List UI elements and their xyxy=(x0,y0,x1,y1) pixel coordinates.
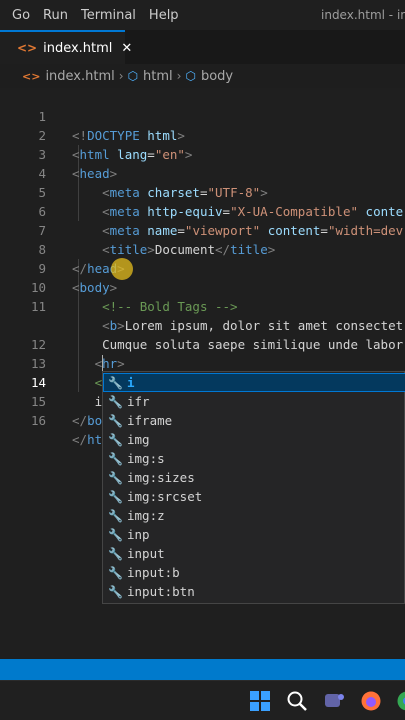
html-file-icon: <> xyxy=(17,41,38,55)
tab-index-html[interactable]: <> index.html ✕ xyxy=(0,30,132,64)
menu-bar: Go Run Terminal Help index.html - ind xyxy=(0,0,405,30)
firefox-icon[interactable] xyxy=(360,690,382,712)
chrome-icon[interactable] xyxy=(396,690,405,712)
tab-bar: <> index.html ✕ xyxy=(0,30,405,64)
code-line: 6 <meta name="viewport" content="width=d… xyxy=(0,183,405,238)
breadcrumb-body[interactable]: body xyxy=(201,69,233,84)
wrench-icon: 🔧 xyxy=(108,413,123,428)
code-line: 2 <html lang="en"> xyxy=(0,107,405,162)
suggestion-item[interactable]: 🔧 img xyxy=(103,430,405,449)
code-line: 8 </head> xyxy=(0,221,405,276)
mouse-cursor-highlight xyxy=(111,258,133,280)
text-cursor xyxy=(102,355,103,372)
menu-terminal[interactable]: Terminal xyxy=(81,8,136,23)
code-line: 10 <!-- Bold Tags --> xyxy=(0,259,405,314)
breadcrumb-file[interactable]: index.html xyxy=(45,69,114,84)
chevron-right-icon: › xyxy=(118,69,124,83)
suggestion-item[interactable]: 🔧 inp xyxy=(103,525,405,544)
suggestion-item[interactable]: 🔧 i xyxy=(103,373,405,392)
breadcrumb: <> index.html › ⬡ html › ⬡ body xyxy=(0,64,405,88)
wrench-icon: 🔧 xyxy=(108,451,123,466)
code-line: 3 <head> xyxy=(0,126,405,181)
teams-chat-icon[interactable] xyxy=(323,690,345,712)
menu-run[interactable]: Run xyxy=(43,8,68,23)
menu-go[interactable]: Go xyxy=(12,8,30,23)
suggestion-item[interactable]: 🔧 input:b xyxy=(103,563,405,582)
code-line: 4 <meta charset="UTF-8"> xyxy=(0,145,405,200)
code-line: 9 <body> xyxy=(0,240,405,295)
wrench-icon: 🔧 xyxy=(108,375,123,390)
suggestion-item[interactable]: 🔧 input:btn xyxy=(103,582,405,601)
windows-start-icon[interactable] xyxy=(249,690,271,712)
autocomplete-suggestions[interactable]: 🔧 i 🔧 ifr 🔧 iframe 🔧 img 🔧 img:s 🔧 img:s… xyxy=(102,371,405,604)
wrench-icon: 🔧 xyxy=(108,527,123,542)
code-text: </bo xyxy=(72,413,103,428)
code-line: 13 <!-- Italic Tags --> xyxy=(0,335,405,390)
wrench-icon: 🔧 xyxy=(108,584,123,599)
wrench-icon: 🔧 xyxy=(108,394,123,409)
status-bar xyxy=(0,659,405,680)
wrench-icon: 🔧 xyxy=(108,546,123,561)
suggestion-item[interactable]: 🔧 img:srcset xyxy=(103,487,405,506)
element-cube-icon: ⬡ xyxy=(185,69,196,83)
code-line: 5 <meta http-equiv="X-UA-Compatible" con… xyxy=(0,164,405,219)
suggestion-item[interactable]: 🔧 img:z xyxy=(103,506,405,525)
wrench-icon: 🔧 xyxy=(108,508,123,523)
breadcrumb-html[interactable]: html xyxy=(143,69,173,84)
suggestion-item[interactable]: 🔧 ifr xyxy=(103,392,405,411)
wrench-icon: 🔧 xyxy=(108,470,123,485)
code-line: 7 <title>Document</title> xyxy=(0,202,405,257)
wrench-icon: 🔧 xyxy=(108,432,123,447)
suggestion-item[interactable]: 🔧 img:sizes xyxy=(103,468,405,487)
suggestion-item[interactable]: 🔧 img:s xyxy=(103,449,405,468)
suggestion-item[interactable]: 🔧 input xyxy=(103,544,405,563)
html-file-icon: <> xyxy=(22,69,41,83)
code-line: Cumque soluta saepe similique unde labor xyxy=(0,297,405,352)
suggestion-item[interactable]: 🔧 iframe xyxy=(103,411,405,430)
code-line: 11 <b>Lorem ipsum, dolor sit amet consec… xyxy=(0,278,405,333)
wrench-icon: 🔧 xyxy=(108,565,123,580)
chevron-right-icon: › xyxy=(176,69,182,83)
line-number: 16 xyxy=(30,413,46,428)
search-icon[interactable] xyxy=(286,690,308,712)
code-text: </ht xyxy=(72,432,103,447)
code-line: 1 <!DOCTYPE html> xyxy=(0,88,405,143)
window-title: index.html - ind xyxy=(321,8,405,22)
element-cube-icon: ⬡ xyxy=(127,69,139,83)
menu-help[interactable]: Help xyxy=(149,8,179,23)
tab-label: index.html xyxy=(43,40,113,56)
taskbar xyxy=(0,680,405,720)
wrench-icon: 🔧 xyxy=(108,489,123,504)
close-icon[interactable]: ✕ xyxy=(121,41,132,56)
code-line: 12 <hr> xyxy=(0,316,405,371)
